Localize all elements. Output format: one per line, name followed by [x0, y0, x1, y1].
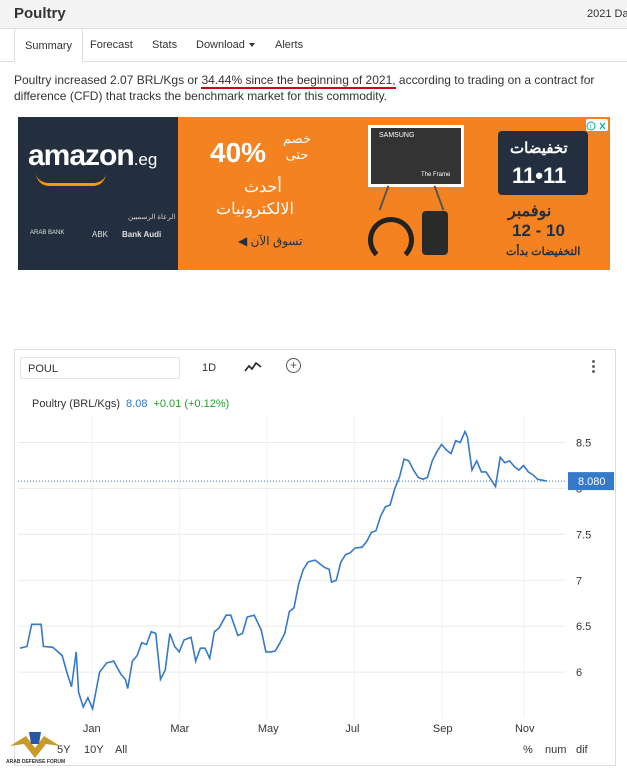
- summary-text: Poultry increased 2.07 BRL/Kgs or 34.44%…: [14, 72, 619, 104]
- tab-download-label: Download: [196, 39, 245, 51]
- scale-dif-button[interactable]: dif: [576, 744, 588, 756]
- tab-stats[interactable]: Stats: [142, 28, 187, 60]
- ad-discount-text: خصم حتى: [283, 131, 311, 162]
- watermark-logo: ARAB DEFENSE FORUM: [2, 716, 68, 768]
- scale-num-button[interactable]: num: [545, 744, 566, 756]
- chart-panel: [14, 349, 616, 766]
- ad-close-button[interactable]: i: [586, 119, 608, 131]
- amazon-smile-icon: [36, 173, 106, 186]
- ad-shop-now-label: تسوق الآن: [250, 234, 303, 248]
- ticker-input[interactable]: POUL: [20, 357, 180, 379]
- svg-text:i: i: [590, 125, 591, 131]
- tab-alerts[interactable]: Alerts: [265, 28, 313, 60]
- play-icon: ◀: [238, 234, 248, 248]
- sale-badge: تخفيضات 11•11: [498, 131, 588, 195]
- line-chart-type-icon[interactable]: [244, 360, 262, 378]
- eagle-emblem-icon: ARAB DEFENSE FORUM: [6, 732, 65, 765]
- legend-value: 8.08: [126, 398, 148, 410]
- partner-abk: ABK: [92, 230, 109, 239]
- compare-add-icon[interactable]: +: [286, 358, 301, 373]
- scale-percent-button[interactable]: %: [523, 744, 533, 756]
- chart-menu-icon[interactable]: [592, 360, 596, 375]
- ad-electronics: الالكترونيات: [216, 201, 294, 218]
- headphones-image: [368, 217, 414, 263]
- date-stamp: 2021 Da: [587, 8, 627, 20]
- ad-sales-started: التخفيضات بدأت: [506, 246, 581, 258]
- ad-info-close-icon: i: [586, 121, 606, 131]
- summary-start: Poultry increased 2.07 BRL/Kgs or: [14, 73, 202, 87]
- ad-shop-now[interactable]: ◀ تسوق الآن: [238, 234, 302, 248]
- partner-arab-bank: ARAB BANK: [30, 230, 65, 236]
- legend-change: +0.01 (+0.12%): [153, 398, 230, 410]
- phone-image: [422, 211, 448, 255]
- tv-frame-image: SAMSUNG The Frame: [368, 125, 464, 187]
- ad-discount: 40%: [210, 137, 267, 168]
- range-all-button[interactable]: All: [115, 744, 127, 756]
- partner-bank-audi: Bank Audi: [122, 230, 162, 239]
- caret-down-icon: [248, 43, 255, 48]
- ad-latest: أحدث: [244, 179, 282, 196]
- easel-leg: [378, 185, 390, 211]
- top-bar: Poultry 2021 Da: [0, 0, 627, 29]
- watermark-text: ARAB DEFENSE FORUM: [6, 759, 65, 765]
- sponsors-title: الرعاة الرسميين: [128, 214, 176, 221]
- ad-brand-panel: amazon.eg الرعاة الرسميين ARAB BANK ABK …: [18, 117, 178, 270]
- range-10y-button[interactable]: 10Y: [84, 744, 104, 756]
- tab-download[interactable]: Download: [186, 28, 265, 60]
- sale-date: 11•11: [512, 163, 567, 188]
- interval-selector[interactable]: 1D: [202, 362, 216, 374]
- tab-forecast[interactable]: Forecast: [80, 28, 143, 60]
- legend-name: Poultry (BRL/Kgs): [32, 398, 121, 410]
- tab-bar: Summary Forecast Stats Download Alerts: [0, 28, 627, 62]
- frame-caption: The Frame: [421, 172, 451, 178]
- chart-legend: Poultry (BRL/Kgs) 8.08 +0.01 (+0.12%): [32, 398, 229, 410]
- page-title: Poultry: [14, 5, 66, 22]
- amazon-logo-text: amazon: [28, 139, 135, 172]
- easel-leg: [433, 185, 445, 211]
- sale-title: تخفيضات: [510, 140, 568, 157]
- frame-brand: SAMSUNG: [379, 132, 415, 139]
- tab-summary[interactable]: Summary: [14, 28, 84, 62]
- summary-highlight: 34.44% since the beginning of 2021,: [201, 73, 396, 89]
- ad-dates: 12 - 10: [512, 221, 565, 240]
- amazon-logo-suffix: .eg: [133, 150, 158, 169]
- ad-november: نوفمبر: [508, 203, 552, 220]
- advertisement-banner[interactable]: amazon.eg الرعاة الرسميين ARAB BANK ABK …: [18, 117, 610, 270]
- amazon-logo: amazon.eg: [28, 139, 157, 173]
